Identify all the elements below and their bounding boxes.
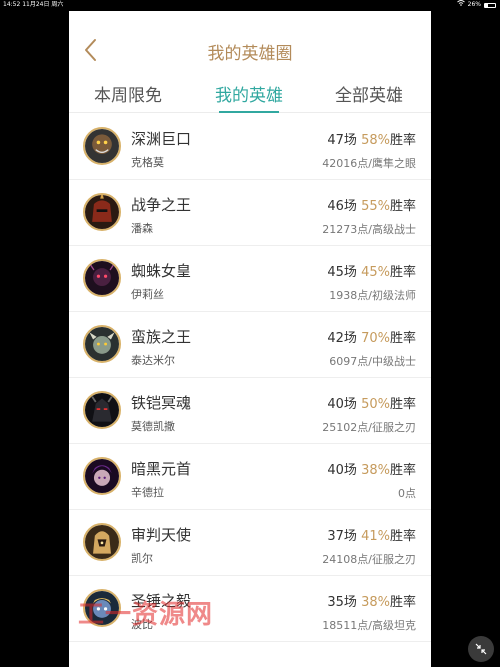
list-item[interactable]: 审判天使 凯尔 37场 41%胜率 24108点/征服之刃 [69,510,431,576]
hero-stats: 35场 38%胜率 [327,591,416,610]
hero-title: 凯尔 [131,552,153,565]
games-count: 42场 [327,331,357,346]
avatar [83,391,121,429]
wifi-icon [456,0,465,10]
hero-points: 25102点/征服之刃 [322,421,416,434]
games-count: 37场 [327,529,357,544]
hero-title: 莫德凯撒 [131,420,175,433]
battery-icon [484,2,496,8]
hero-points: 24108点/征服之刃 [322,553,416,566]
list-item[interactable]: 战争之王 潘森 46场 55%胜率 21273点/高级战士 [69,180,431,246]
games-count: 47场 [327,133,357,148]
list-item[interactable]: 暗黑元首 辛德拉 40场 38%胜率 0点 [69,444,431,510]
win-rate: 38% [361,463,390,478]
win-rate-label: 胜率 [389,529,416,544]
status-date: 11月24日 周六 [22,1,64,8]
hero-title: 克格莫 [131,156,164,169]
status-time: 14:52 [3,1,21,8]
tab-my-heroes[interactable]: 我的英雄 [215,81,283,106]
avatar [83,457,121,495]
tab-bar: 本周限免 我的英雄 全部英雄 [69,73,431,113]
collapse-arrows-icon [468,636,494,662]
hero-list: 深渊巨口 克格莫 47场 58%胜率 42016点/鹰隼之眼 战争之王 潘森 4… [69,114,431,642]
list-item[interactable]: 蜘蛛女皇 伊莉丝 45场 45%胜率 1938点/初级法师 [69,246,431,312]
list-item[interactable]: 铁铠冥魂 莫德凯撒 40场 50%胜率 25102点/征服之刃 [69,378,431,444]
status-time-date: 14:52 11月24日 周六 [3,0,63,10]
win-rate-label: 胜率 [389,463,416,478]
tab-free-this-week[interactable]: 本周限免 [94,81,162,106]
games-count: 40场 [327,463,357,478]
games-count: 35场 [327,595,357,610]
win-rate-label: 胜率 [389,133,416,148]
win-rate: 58% [361,133,390,148]
win-rate: 55% [361,199,390,214]
win-rate-label: 胜率 [389,595,416,610]
avatar [83,325,121,363]
avatar [83,193,121,231]
games-count: 40场 [327,397,357,412]
games-count: 45场 [327,265,357,280]
win-rate: 38% [361,595,390,610]
hero-stats: 45场 45%胜率 [327,261,416,280]
win-rate: 70% [361,331,390,346]
hero-name: 战争之王 [131,196,192,214]
nav-bar: 我的英雄圈 [69,11,431,73]
hero-title: 辛德拉 [131,486,164,499]
list-item[interactable]: 蛮族之王 泰达米尔 42场 70%胜率 6097点/中级战士 [69,312,431,378]
win-rate: 50% [361,397,390,412]
hero-name: 审判天使 [131,526,192,544]
avatar [83,259,121,297]
hero-points: 18511点/高级坦克 [322,619,416,632]
hero-name: 暗黑元首 [131,460,192,478]
hero-stats: 42场 70%胜率 [327,327,416,346]
win-rate-label: 胜率 [389,265,416,280]
status-bar: 14:52 11月24日 周六 26% [0,0,500,10]
hero-name: 深渊巨口 [131,130,192,148]
hero-title: 泰达米尔 [131,354,175,367]
avatar [83,523,121,561]
win-rate: 41% [361,529,390,544]
list-item[interactable]: 深渊巨口 克格莫 47场 58%胜率 42016点/鹰隼之眼 [69,114,431,180]
hero-points: 6097点/中级战士 [329,355,416,368]
hero-points: 21273点/高级战士 [322,223,416,236]
win-rate-label: 胜率 [389,331,416,346]
hero-title: 潘森 [131,222,153,235]
hero-panel: 我的英雄圈 本周限免 我的英雄 全部英雄 深渊巨口 克格莫 47场 58%胜率 … [69,11,431,667]
win-rate-label: 胜率 [389,199,416,214]
hero-points: 42016点/鹰隼之眼 [322,157,416,170]
hero-name: 蛮族之王 [131,328,192,346]
hero-name: 铁铠冥魂 [131,394,192,412]
page-title: 我的英雄圈 [207,44,293,64]
hero-points: 1938点/初级法师 [329,289,416,302]
hero-name: 蜘蛛女皇 [131,262,192,280]
tab-all-heroes[interactable]: 全部英雄 [335,81,403,106]
status-indicators: 26% [456,0,496,10]
hero-stats: 40场 38%胜率 [327,459,416,478]
avatar [83,127,121,165]
win-rate: 45% [361,265,390,280]
win-rate-label: 胜率 [389,397,416,412]
hero-points: 0点 [398,487,416,500]
hero-title: 伊莉丝 [131,288,164,301]
collapse-button[interactable] [468,636,494,662]
games-count: 46场 [327,199,357,214]
hero-stats: 40场 50%胜率 [327,393,416,412]
hero-stats: 47场 58%胜率 [327,129,416,148]
hero-stats: 46场 55%胜率 [327,195,416,214]
watermark: 工一资源网 [78,600,214,630]
hero-stats: 37场 41%胜率 [327,525,416,544]
active-tab-indicator [219,111,279,113]
battery-percent: 26% [467,1,481,8]
